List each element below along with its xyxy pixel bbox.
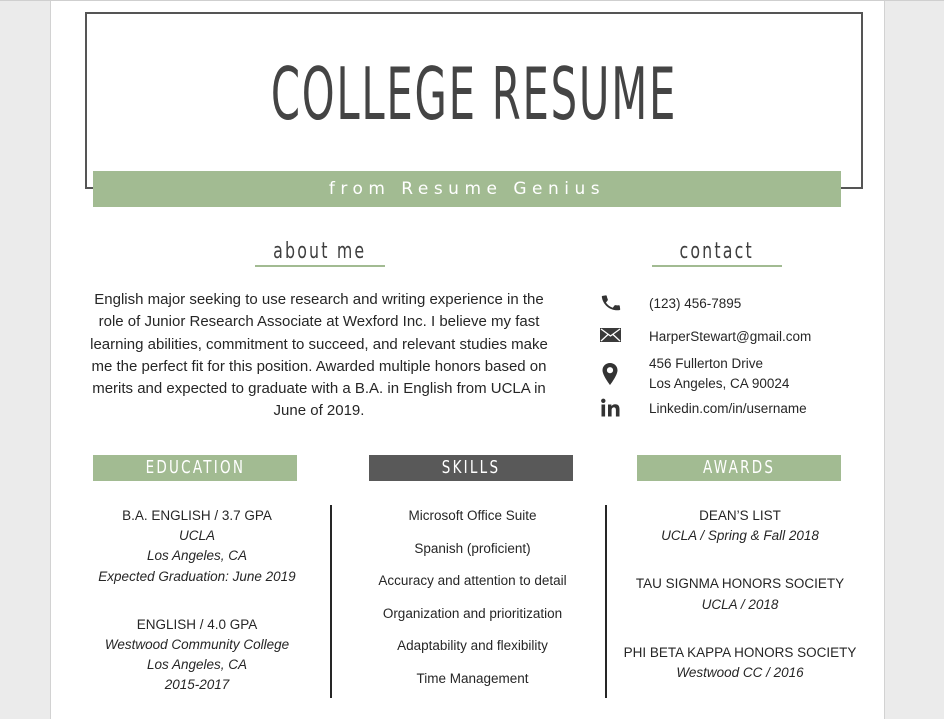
contact-phone: (123) 456-7895 (600, 292, 860, 316)
education-heading: EDUCATION (145, 457, 245, 478)
linkedin-icon (600, 398, 630, 422)
address-line-2: Los Angeles, CA 90024 (649, 376, 790, 391)
phone-number: (123) 456-7895 (649, 296, 742, 311)
about-text: English major seeking to use research an… (90, 291, 548, 420)
skill-item: Time Management (416, 670, 529, 686)
award-entry: PHI BETA KAPPA HONORS SOCIETY Westwood C… (620, 643, 860, 683)
email-address: HarperStewart@gmail.com (649, 329, 812, 344)
contact-linkedin: Linkedin.com/in/username (600, 398, 860, 422)
education-entry: B.A. ENGLISH / 3.7 GPA UCLA Los Angeles,… (80, 506, 314, 587)
award-detail: UCLA / Spring & Fall 2018 (661, 528, 819, 544)
skills-list: Microsoft Office Suite Spanish (proficie… (350, 500, 595, 696)
school: Westwood Community College (104, 637, 290, 653)
skills-band: SKILLS (369, 455, 573, 481)
contact-heading: contact (652, 239, 782, 265)
page-title: COLLEGE RESUME (270, 52, 678, 136)
subtitle-band: from Resume Genius (93, 171, 841, 207)
education-band: EDUCATION (93, 455, 297, 481)
linkedin-url: Linkedin.com/in/username (649, 401, 807, 416)
contact-email: HarperStewart@gmail.com (600, 326, 860, 350)
skill-item: Adaptability and flexibility (397, 638, 548, 654)
envelope-icon (600, 327, 630, 351)
degree: ENGLISH / 4.0 GPA (136, 616, 258, 632)
skill-item: Accuracy and attention to detail (378, 573, 567, 589)
degree: B.A. ENGLISH / 3.7 GPA (122, 508, 272, 523)
school: UCLA (178, 528, 215, 544)
award-entry: TAU SIGNMA HONORS SOCIETY UCLA / 2018 (620, 574, 860, 614)
location: Los Angeles, CA (146, 548, 248, 564)
award-detail: Westwood CC / 2016 (676, 665, 804, 681)
awards-heading: AWARDS (702, 457, 776, 478)
date: 2015-2017 (164, 677, 230, 693)
skill-item: Organization and prioritization (382, 605, 563, 621)
award-name: TAU SIGNMA HONORS SOCIETY (635, 576, 845, 592)
award-detail: UCLA / 2018 (701, 596, 779, 612)
about-heading: about me (255, 239, 385, 265)
award-name: DEAN’S LIST (699, 508, 781, 523)
address-line-1: 456 Fullerton Drive (649, 356, 764, 371)
skill-item: Spanish (proficient) (414, 540, 531, 556)
award-entry: DEAN’S LIST UCLA / Spring & Fall 2018 (620, 506, 860, 546)
awards-band: AWARDS (637, 455, 841, 481)
column-divider-right (605, 505, 607, 698)
contact-heading-text: contact (679, 239, 755, 264)
location: Los Angeles, CA (146, 657, 248, 673)
contact-underline (652, 265, 782, 267)
map-pin-icon (600, 362, 630, 386)
about-heading-text: about me (273, 239, 367, 264)
award-name: PHI BETA KAPPA HONORS SOCIETY (623, 644, 857, 660)
awards-list: DEAN’S LIST UCLA / Spring & Fall 2018 TA… (620, 506, 860, 683)
column-divider-left (330, 505, 332, 698)
phone-icon (600, 292, 630, 316)
education-list: B.A. ENGLISH / 3.7 GPA UCLA Los Angeles,… (80, 506, 314, 696)
skills-heading: SKILLS (441, 457, 501, 478)
subtitle: from Resume Genius (328, 179, 606, 199)
contact-address: 456 Fullerton Drive Los Angeles, CA 9002… (600, 354, 860, 394)
date: Expected Graduation: June 2019 (98, 568, 296, 584)
about-underline (255, 265, 385, 267)
education-entry: ENGLISH / 4.0 GPA Westwood Community Col… (80, 615, 314, 696)
skill-item: Microsoft Office Suite (408, 508, 537, 523)
